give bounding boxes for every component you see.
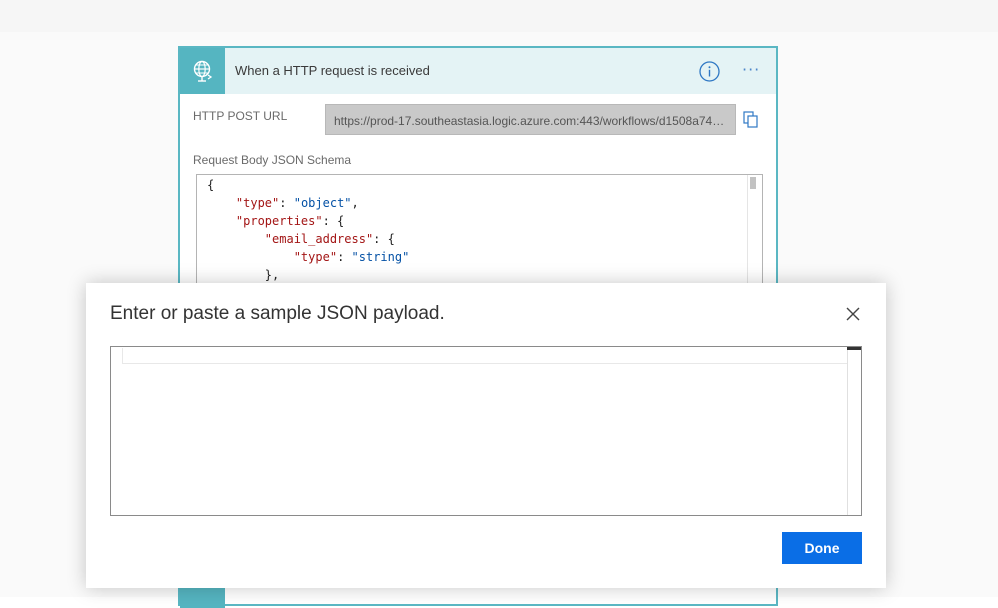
info-icon[interactable]: [699, 61, 720, 82]
schema-token: "properties": [235, 214, 323, 228]
schema-code-line: "email_address": {: [207, 232, 395, 246]
done-button[interactable]: Done: [782, 532, 862, 564]
schema-token: "type": [235, 196, 280, 210]
payload-input[interactable]: [110, 346, 862, 516]
schema-token: "string": [351, 250, 410, 264]
schema-code-editor[interactable]: { "type": "object", "properties": { "ema…: [196, 174, 763, 294]
http-request-globe-icon: [180, 48, 225, 94]
close-icon[interactable]: [844, 305, 862, 323]
trigger-header[interactable]: When a HTTP request is received ···: [180, 48, 776, 94]
http-post-url-field[interactable]: https://prod-17.southeastasia.logic.azur…: [325, 104, 736, 135]
payload-scrollbar-thumb[interactable]: [847, 347, 861, 350]
schema-token: "object": [293, 196, 352, 210]
schema-code-line: },: [207, 268, 279, 282]
schema-token: :: [279, 196, 294, 210]
payload-scrollbar[interactable]: [847, 347, 861, 515]
schema-token: ,: [351, 196, 359, 210]
schema-token: :: [337, 250, 352, 264]
schema-token: "email_address": [264, 232, 374, 246]
schema-token: {: [207, 178, 215, 192]
top-bar: [0, 0, 998, 32]
sample-payload-dialog: Enter or paste a sample JSON payload. Do…: [86, 283, 886, 588]
copy-icon[interactable]: [743, 111, 759, 128]
schema-code-line: "properties": {: [207, 214, 344, 228]
schema-code-line: {: [207, 178, 214, 192]
dialog-title: Enter or paste a sample JSON payload.: [110, 303, 445, 324]
schema-token: "type": [293, 250, 338, 264]
schema-token: : {: [373, 232, 395, 246]
schema-scrollbar-thumb[interactable]: [750, 177, 756, 189]
more-options-icon[interactable]: ···: [742, 60, 760, 79]
schema-token: : {: [322, 214, 345, 228]
schema-code-line: "type": "string": [207, 250, 410, 264]
schema-scroll-track: [747, 175, 748, 293]
schema-label: Request Body JSON Schema: [193, 153, 352, 167]
schema-token: },: [264, 268, 280, 282]
trigger-title: When a HTTP request is received: [235, 63, 430, 78]
schema-code-line: "type": "object",: [207, 196, 359, 210]
payload-current-line: [122, 348, 848, 364]
http-post-url-label: HTTP POST URL: [193, 109, 288, 123]
